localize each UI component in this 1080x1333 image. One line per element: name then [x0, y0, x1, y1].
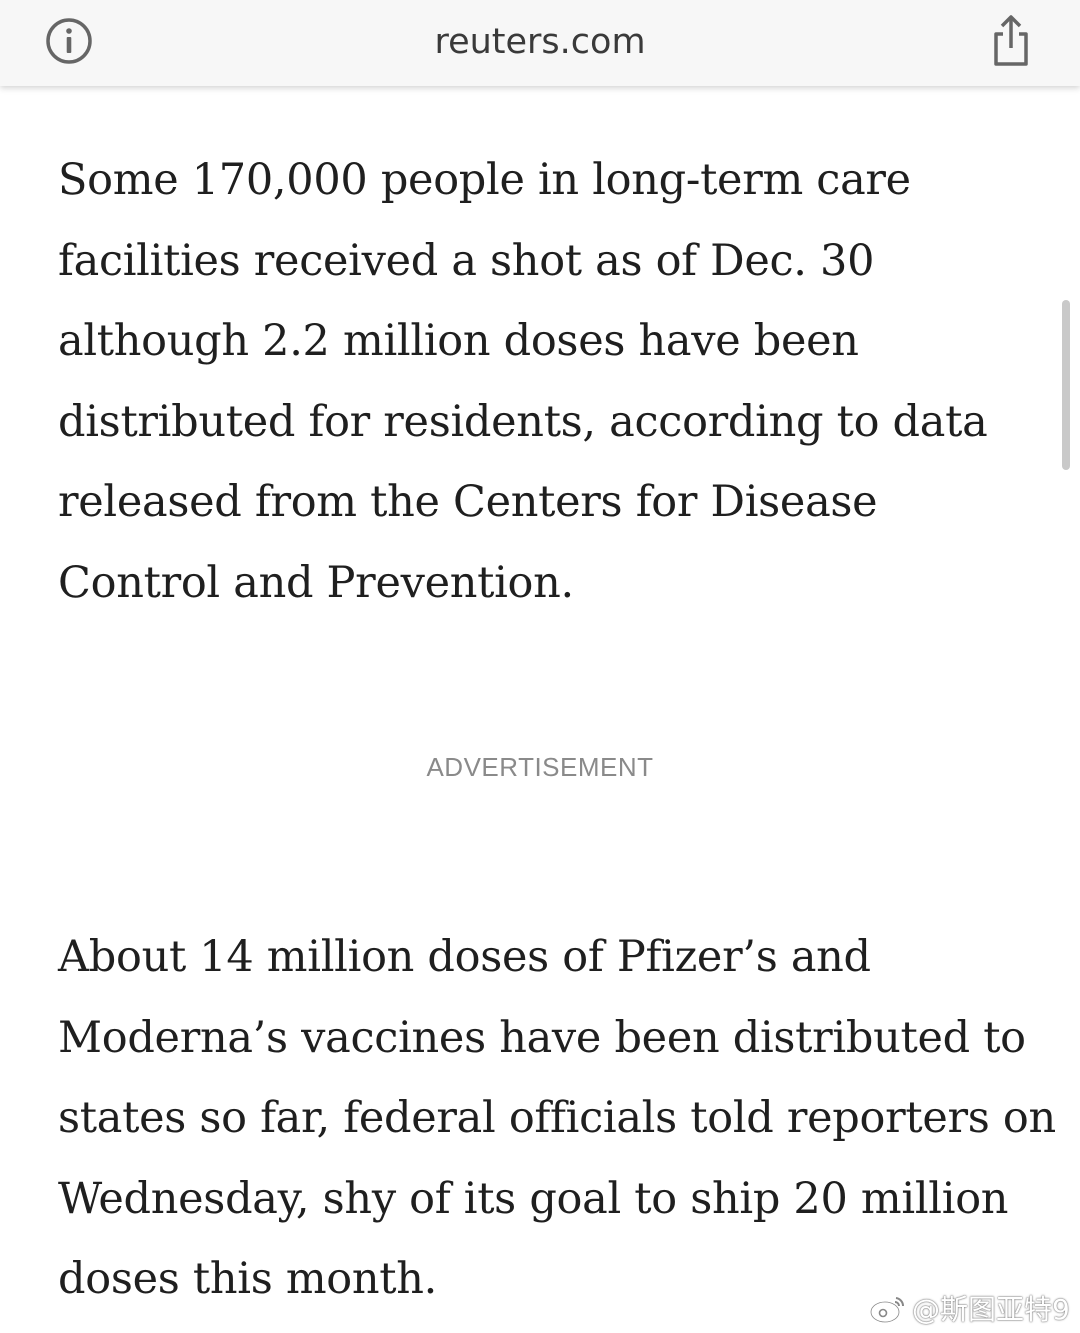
article-paragraph: About 14 million doses of Pfizer’s and M…: [58, 932, 1056, 1304]
url-text[interactable]: reuters.com: [290, 20, 790, 64]
article-body-continued: About 14 million doses of Pfizer’s and M…: [58, 917, 1058, 1320]
weibo-watermark: @斯图亚特9: [868, 1288, 1070, 1328]
scrollbar[interactable]: [1062, 300, 1070, 470]
article-paragraph: Some 170,000 people in long-term care fa…: [58, 155, 988, 608]
browser-address-bar: reuters.com: [0, 0, 1080, 86]
share-button[interactable]: [986, 12, 1036, 68]
article-body: Some 170,000 people in long-term care fa…: [58, 140, 1048, 623]
info-button[interactable]: [44, 16, 94, 66]
weibo-icon: [869, 1297, 905, 1324]
info-icon: [46, 18, 92, 64]
share-icon: [994, 15, 1028, 66]
watermark-text: @斯图亚特9: [912, 1293, 1070, 1326]
advertisement-label: ADVERTISEMENT: [426, 752, 654, 782]
